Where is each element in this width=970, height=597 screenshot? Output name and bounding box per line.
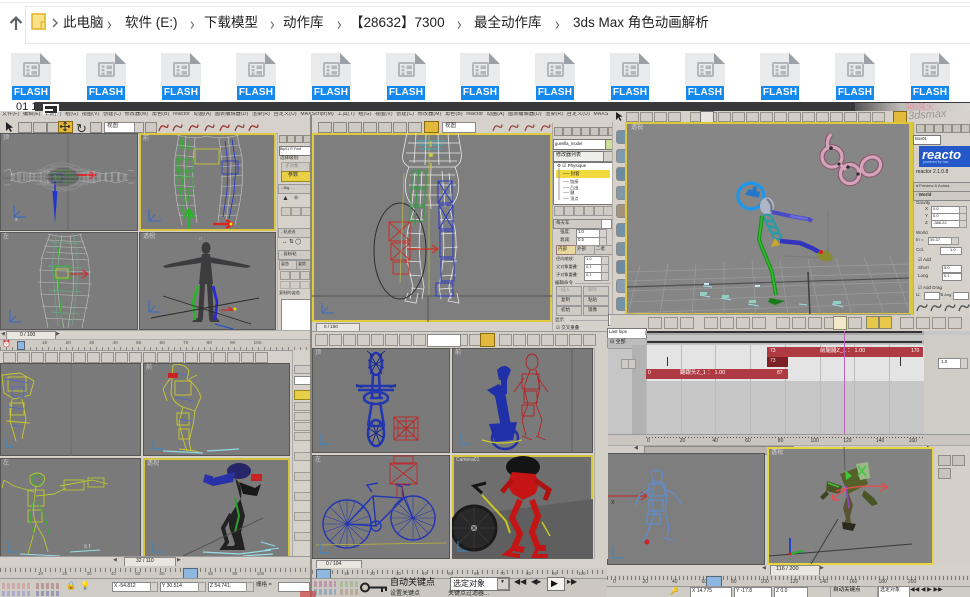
svg-text:x: x: [15, 217, 18, 223]
svg-text:s t: s t: [84, 544, 91, 550]
svg-text:□: □: [199, 236, 202, 242]
svg-text:x: x: [611, 499, 615, 506]
